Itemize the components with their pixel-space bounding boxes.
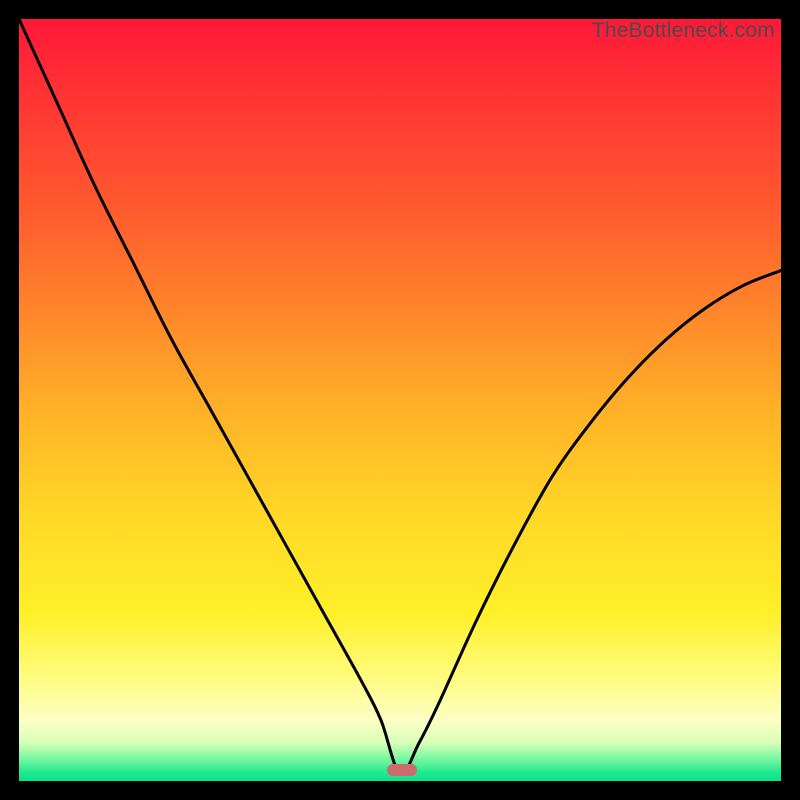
watermark-text: TheBottleneck.com [592, 19, 775, 43]
plot-area: TheBottleneck.com [19, 19, 781, 781]
bottleneck-curve [19, 19, 781, 781]
optimal-marker [387, 764, 417, 776]
chart-stage: TheBottleneck.com [0, 0, 800, 800]
